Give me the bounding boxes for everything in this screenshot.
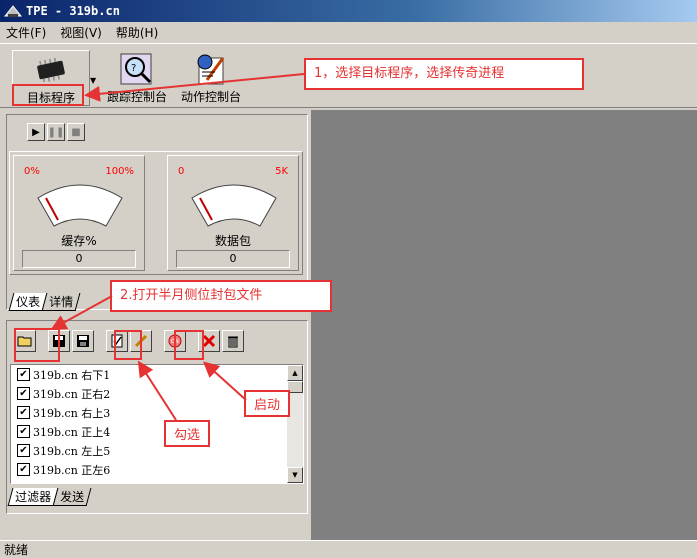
status-text: 就绪 [4, 543, 29, 557]
menu-file[interactable]: 文件(F) [6, 24, 46, 41]
tab-send[interactable]: 发送 [52, 488, 92, 506]
tab-filters[interactable]: 过滤器 [7, 488, 59, 506]
delete-x-icon [202, 334, 216, 348]
tab-details[interactable]: 详情 [41, 293, 81, 311]
play-button[interactable]: ▶ [27, 123, 45, 141]
cache-gauge-title: 缓存% [61, 234, 97, 248]
scroll-up-icon[interactable]: ▲ [287, 365, 303, 381]
pause-icon: ❚❚ [47, 126, 65, 138]
target-dropdown-arrow-icon[interactable]: ▼ [90, 76, 96, 85]
scroll-down-icon[interactable]: ▼ [287, 467, 303, 483]
filter-checkbox[interactable]: ✔ [17, 444, 30, 457]
filter-row[interactable]: ✔ 319b.cn 正上4 [11, 422, 303, 441]
playback-controls: ▶ ❚❚ ■ [27, 123, 85, 141]
annotation-box-target [12, 84, 84, 106]
save-as-disk-icon [77, 335, 89, 347]
action-console-button[interactable]: 动作控制台 [174, 50, 248, 106]
status-bar: 就绪 [0, 540, 697, 558]
trash-icon [228, 336, 238, 348]
packet-gauge-value: 0 [176, 250, 290, 268]
menu-bar: 文件(F) 视图(V) 帮助(H) [0, 22, 697, 44]
action-console-label: 动作控制台 [180, 90, 241, 104]
mdi-workspace [311, 110, 697, 540]
annotation-step2: 2.打开半月侧位封包文件 [110, 280, 332, 312]
filter-checkbox[interactable]: ✔ [17, 425, 30, 438]
filter-checkbox[interactable]: ✔ [17, 406, 30, 419]
gauges-area: 0% 100% 缓存% 0 0 5K 数据包 0 [9, 151, 303, 275]
annotation-box-check [114, 330, 142, 360]
filter-row[interactable]: ✔ 319b.cn 正左6 [11, 460, 303, 479]
play-icon: ▶ [32, 126, 40, 138]
filter-checkbox[interactable]: ✔ [17, 368, 30, 381]
magnifier-icon: ? [120, 53, 152, 85]
stop-icon: ■ [71, 126, 81, 138]
packet-dial [191, 184, 277, 227]
title-bar: TPE - 319b.cn [0, 0, 697, 22]
annotation-check: 勾选 [164, 420, 211, 447]
filter-row[interactable]: ✔ 319b.cn 左上5 [11, 441, 303, 460]
trash-button[interactable] [222, 330, 244, 352]
cache-dial [37, 184, 123, 227]
save-as-button[interactable] [72, 330, 94, 352]
svg-text:?: ? [131, 63, 136, 74]
packet-gauge-title: 数据包 [214, 234, 251, 248]
menu-help[interactable]: 帮助(H) [116, 24, 158, 41]
annotation-box-start [174, 330, 204, 360]
window-title: TPE - 319b.cn [26, 4, 120, 18]
packet-gauge-min: 0 [178, 166, 185, 177]
annotation-step1: 1，选择目标程序，选择传奇进程 [304, 58, 584, 90]
menu-view[interactable]: 视图(V) [60, 24, 102, 41]
bottom-tabs: 过滤器 发送 [7, 488, 92, 506]
list-scrollbar[interactable]: ▲ ▼ [287, 365, 303, 483]
trace-console-button[interactable]: ? 跟踪控制台 [100, 50, 174, 106]
chip-icon [37, 58, 65, 82]
top-tabs: 仪表 详情 [8, 293, 81, 311]
trace-console-label: 跟踪控制台 [106, 90, 167, 104]
cache-gauge: 0% 100% 缓存% 0 [13, 155, 145, 271]
filter-list: ✔ 319b.cn 右下1 ✔ 319b.cn 正右2 ✔ 319b.cn 右上3 ✔… [10, 364, 304, 484]
annotation-box-open [14, 328, 60, 362]
action-edit-icon [197, 54, 225, 85]
left-pane: ▶ ❚❚ ■ 0% 100% 缓存% 0 0 5K 数据包 0 仪表 详情 ON… [0, 110, 311, 540]
packet-gauge: 0 5K 数据包 0 [167, 155, 299, 271]
annotation-start: 启动 [244, 390, 291, 417]
pause-button[interactable]: ❚❚ [47, 123, 65, 141]
app-icon [4, 5, 22, 17]
filter-checkbox[interactable]: ✔ [17, 387, 30, 400]
filter-row[interactable]: ✔ 319b.cn 右下1 [11, 365, 303, 384]
stop-button[interactable]: ■ [67, 123, 85, 141]
cache-gauge-value: 0 [22, 250, 136, 268]
filter-checkbox[interactable]: ✔ [17, 463, 30, 476]
